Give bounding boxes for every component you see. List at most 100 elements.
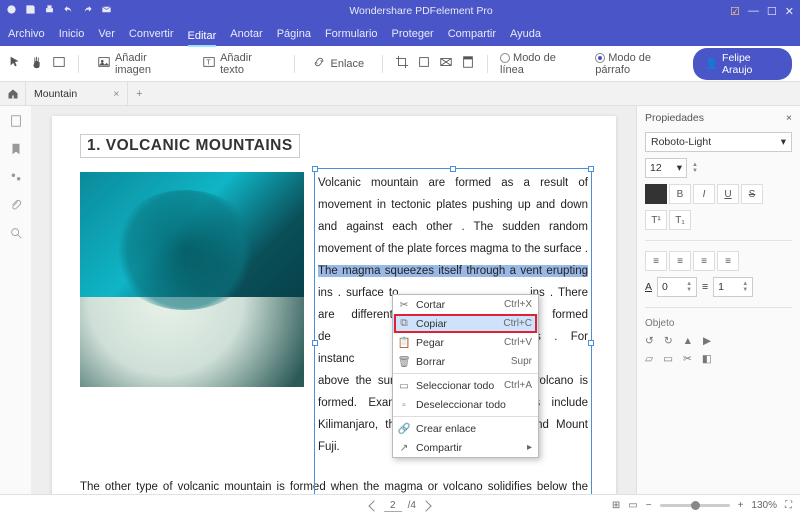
- strikethrough-button[interactable]: S: [741, 184, 763, 204]
- menu-anotar[interactable]: Anotar: [230, 25, 262, 43]
- font-size-stepper[interactable]: ▲▼: [692, 162, 698, 174]
- copy-icon: ⧉: [397, 317, 411, 330]
- zoom-in-icon[interactable]: +: [738, 500, 744, 511]
- document-image: [80, 172, 304, 387]
- page-number[interactable]: 2: [384, 500, 402, 512]
- menu-convertir[interactable]: Convertir: [129, 25, 174, 43]
- underline-button[interactable]: U: [717, 184, 739, 204]
- ctx-cut[interactable]: ✂CortarCtrl+X: [393, 295, 538, 314]
- fullscreen-icon[interactable]: ⛶: [785, 500, 792, 511]
- italic-button[interactable]: I: [693, 184, 715, 204]
- menu-inicio[interactable]: Inicio: [59, 25, 85, 43]
- menu-formulario[interactable]: Formulario: [325, 25, 378, 43]
- page-total: /4: [408, 500, 416, 511]
- menu-compartir[interactable]: Compartir: [448, 25, 496, 43]
- close-tab-icon[interactable]: ×: [113, 88, 119, 100]
- new-tab-button[interactable]: +: [128, 82, 150, 105]
- edit-tool-icon[interactable]: [52, 55, 66, 72]
- mode-paragraph-radio[interactable]: Modo de párrafo: [595, 52, 685, 76]
- superscript-button[interactable]: T¹: [645, 210, 667, 230]
- save-icon[interactable]: [25, 4, 36, 18]
- menu-ayuda[interactable]: Ayuda: [510, 25, 541, 43]
- deselect-icon: ▫: [397, 399, 411, 411]
- link-button[interactable]: Enlace: [306, 51, 370, 76]
- add-image-button[interactable]: Añadir imagen: [91, 48, 188, 80]
- document-heading: 1. VOLCANIC MOUNTAINS: [80, 134, 300, 158]
- close-panel-icon[interactable]: ×: [786, 112, 792, 124]
- subscript-button[interactable]: T₁: [669, 210, 691, 230]
- bold-button[interactable]: B: [669, 184, 691, 204]
- minimize-icon[interactable]: —: [748, 5, 759, 17]
- notification-icon[interactable]: ☑: [730, 5, 740, 18]
- hand-tool-icon[interactable]: [30, 55, 44, 72]
- menu-ver[interactable]: Ver: [98, 25, 115, 43]
- prev-page-icon[interactable]: [368, 500, 379, 511]
- align-center-button[interactable]: ≡: [669, 251, 691, 271]
- rotate-left-icon[interactable]: ↺: [645, 335, 654, 347]
- zoom-out-icon[interactable]: −: [646, 500, 652, 511]
- document-tab[interactable]: Mountain×: [26, 82, 128, 105]
- mail-icon[interactable]: [101, 4, 112, 18]
- link-icon: 🔗: [397, 422, 411, 435]
- home-tab-icon[interactable]: [0, 82, 26, 105]
- add-text-button[interactable]: TAñadir texto: [196, 48, 281, 80]
- header-footer-tool-icon[interactable]: [461, 55, 475, 72]
- attachments-panel-icon[interactable]: [7, 196, 25, 214]
- user-icon: 👤: [705, 57, 718, 70]
- print-icon[interactable]: [44, 4, 55, 18]
- watermark-tool-icon[interactable]: [417, 55, 431, 72]
- comments-panel-icon[interactable]: [7, 168, 25, 186]
- menu-archivo[interactable]: Archivo: [8, 25, 45, 43]
- zoom-value[interactable]: 130%: [751, 500, 777, 511]
- align-left-button[interactable]: ≡: [645, 251, 667, 271]
- zoom-slider[interactable]: [660, 504, 730, 507]
- replace-image-icon[interactable]: ▱: [645, 353, 653, 365]
- menu-editar[interactable]: Editar: [188, 27, 217, 47]
- opacity-icon[interactable]: ◧: [702, 353, 712, 365]
- fit-width-icon[interactable]: ⊞: [612, 500, 620, 511]
- undo-icon[interactable]: [63, 4, 74, 18]
- ctx-create-link[interactable]: 🔗Crear enlace: [393, 419, 538, 438]
- thumbnails-panel-icon[interactable]: [7, 112, 25, 130]
- align-right-button[interactable]: ≡: [693, 251, 715, 271]
- ctx-select-all[interactable]: ▭Seleccionar todoCtrl+A: [393, 376, 538, 395]
- char-spacing-input[interactable]: 0▲▼: [657, 277, 697, 297]
- text-color-button[interactable]: [645, 184, 667, 204]
- rotate-right-icon[interactable]: ↻: [664, 335, 673, 347]
- fit-page-icon[interactable]: ▭: [628, 500, 637, 511]
- mode-line-radio[interactable]: Modo de línea: [500, 52, 579, 76]
- app-logo-icon: [6, 4, 17, 18]
- align-justify-button[interactable]: ≡: [717, 251, 739, 271]
- background-tool-icon[interactable]: [439, 55, 453, 72]
- font-family-select[interactable]: Roboto-Light▾: [645, 132, 792, 152]
- font-size-input[interactable]: 12▾: [645, 158, 687, 178]
- cut-icon: ✂: [397, 299, 411, 311]
- menu-pagina[interactable]: Página: [277, 25, 311, 43]
- ctx-deselect[interactable]: ▫Deseleccionar todo: [393, 395, 538, 414]
- line-spacing-icon: ≡: [702, 281, 708, 293]
- line-spacing-input[interactable]: 1▲▼: [713, 277, 753, 297]
- ctx-copy[interactable]: ⧉CopiarCtrl+C: [393, 314, 538, 333]
- pointer-tool-icon[interactable]: [8, 55, 22, 72]
- crop-tool-icon[interactable]: [395, 55, 409, 72]
- ctx-paste[interactable]: 📋PegarCtrl+V: [393, 333, 538, 352]
- object-section-title: Objeto: [645, 318, 792, 329]
- flip-vertical-icon[interactable]: ▲: [683, 335, 693, 347]
- char-spacing-icon: A: [645, 281, 652, 293]
- select-all-icon: ▭: [397, 380, 411, 392]
- next-page-icon[interactable]: [420, 500, 431, 511]
- user-account-pill[interactable]: 👤Felipe Araujo: [693, 48, 792, 80]
- close-window-icon[interactable]: ✕: [785, 5, 794, 18]
- extract-image-icon[interactable]: ▭: [663, 353, 673, 365]
- share-icon: ↗: [397, 442, 411, 454]
- flip-horizontal-icon[interactable]: ▶: [703, 335, 711, 347]
- bookmarks-panel-icon[interactable]: [7, 140, 25, 158]
- ctx-share[interactable]: ↗Compartir▸: [393, 438, 538, 457]
- crop-image-icon[interactable]: ✂: [683, 353, 692, 365]
- search-panel-icon[interactable]: [7, 224, 25, 242]
- ctx-delete[interactable]: 🗑BorrarSupr: [393, 352, 538, 371]
- app-title: Wondershare PDFelement Pro: [112, 5, 730, 17]
- menu-proteger[interactable]: Proteger: [392, 25, 434, 43]
- redo-icon[interactable]: [82, 4, 93, 18]
- maximize-icon[interactable]: ☐: [767, 5, 777, 18]
